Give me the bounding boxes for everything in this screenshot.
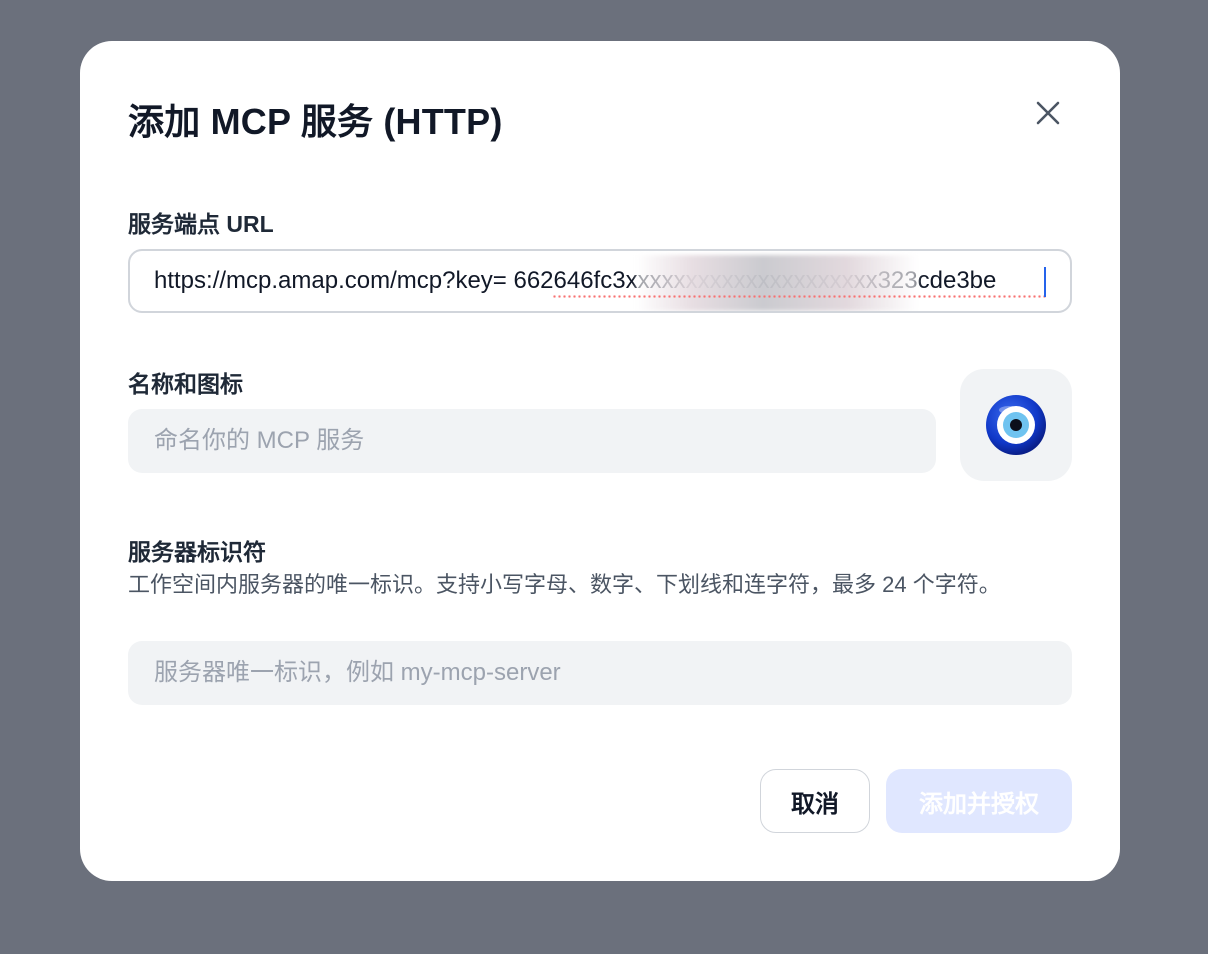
server-id-label: 服务器标识符 <box>128 539 266 565</box>
endpoint-label: 服务端点 URL <box>128 211 274 237</box>
spellcheck-underline <box>552 295 1046 298</box>
close-button[interactable] <box>1026 91 1070 135</box>
close-icon <box>1036 101 1060 125</box>
endpoint-url-input[interactable]: https://mcp.amap.com/mcp?key= 662646fc3x… <box>128 249 1072 313</box>
add-mcp-dialog: 添加 MCP 服务 (HTTP) 服务端点 URL https://mcp.am… <box>80 41 1120 881</box>
redaction-blur <box>636 255 918 311</box>
service-name-input[interactable] <box>128 409 936 473</box>
text-caret <box>1044 267 1046 297</box>
name-icon-label: 名称和图标 <box>128 371 243 397</box>
icon-picker-button[interactable] <box>960 369 1072 481</box>
dialog-title: 添加 MCP 服务 (HTTP) <box>128 101 503 142</box>
cancel-button[interactable]: 取消 <box>760 769 870 833</box>
add-and-authorize-button[interactable]: 添加并授权 <box>886 769 1072 833</box>
server-id-description: 工作空间内服务器的唯一标识。支持小写字母、数字、下划线和连字符，最多 24 个字… <box>128 572 1001 597</box>
nazar-amulet-icon <box>986 395 1046 455</box>
server-id-input[interactable] <box>128 641 1072 705</box>
